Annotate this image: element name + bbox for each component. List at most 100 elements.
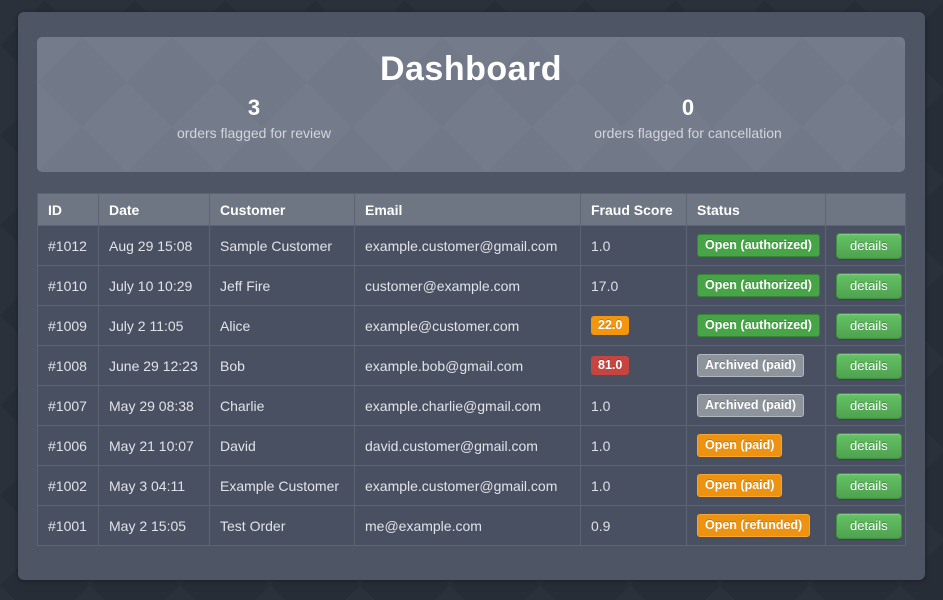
fraud-score-value: 22.0 [591,316,630,335]
page-title: Dashboard [379,50,563,88]
orders-table-body: #1012 Aug 29 15:08 Sample Customer examp… [37,225,906,546]
details-button[interactable]: details [836,272,902,299]
cell-date: June 29 12:23 [98,345,210,386]
column-header-customer: Customer [209,193,355,226]
table-row: #1001 May 2 15:05 Test Order me@example.… [37,505,906,546]
cell-fraud-score: 1.0 [580,465,687,506]
cell-email: example.charlie@gmail.com [354,385,581,426]
details-button[interactable]: details [836,232,902,259]
fraud-score-value: 1.0 [591,437,611,454]
status-badge: Open (authorized) [697,233,820,258]
cell-status: Open (authorized) [686,305,826,346]
cell-details: details [825,385,906,426]
orders-table: ID Date Customer Email Fraud Score Status #10… [37,193,906,546]
column-header-status: Status [686,193,826,226]
column-header-actions [825,193,906,226]
cell-order-id: #1007 [37,385,99,426]
cell-date: May 21 10:07 [98,425,210,466]
cell-details: details [825,265,906,306]
cell-details: details [825,425,906,466]
cell-date: May 29 08:38 [98,385,210,426]
cell-fraud-score: 22.0 [580,305,687,346]
cell-fraud-score: 17.0 [580,265,687,306]
cell-customer: Bob [209,345,355,386]
cell-order-id: #1001 [37,505,99,546]
cell-order-id: #1009 [37,305,99,346]
fraud-score-value: 1.0 [591,397,611,414]
cell-customer: Sample Customer [209,225,355,266]
status-badge: Open (authorized) [697,313,820,338]
cell-customer: Alice [209,305,355,346]
cell-order-id: #1012 [37,225,99,266]
cell-fraud-score: 0.9 [580,505,687,546]
status-badge: Open (paid) [697,433,783,458]
cell-email: example@customer.com [354,305,581,346]
stat-review-count: 3 [247,95,261,120]
column-header-date: Date [98,193,210,226]
stat-cancellation-count: 0 [681,95,695,120]
details-button[interactable]: details [836,432,902,459]
cell-customer: Jeff Fire [209,265,355,306]
cell-details: details [825,225,906,266]
table-row: #1010 July 10 10:29 Jeff Fire customer@e… [37,265,906,306]
cell-status: Open (authorized) [686,225,826,266]
details-button[interactable]: details [836,312,902,339]
header-row: ID Date Customer Email Fraud Score Status [37,193,906,226]
cell-customer: Test Order [209,505,355,546]
cell-email: customer@example.com [354,265,581,306]
dashboard-header-panel: Dashboard 3 orders flagged for review 0 … [37,37,905,172]
cell-date: Aug 29 15:08 [98,225,210,266]
cell-details: details [825,505,906,546]
column-header-email: Email [354,193,581,226]
cell-customer: Example Customer [209,465,355,506]
cell-order-id: #1002 [37,465,99,506]
stat-cancellation-label: orders flagged for cancellation [594,125,782,142]
status-badge: Archived (paid) [697,353,804,378]
status-badge: Open (refunded) [697,513,811,538]
column-header-id: ID [37,193,99,226]
details-button[interactable]: details [836,512,902,539]
cell-status: Archived (paid) [686,345,826,386]
status-badge: Archived (paid) [697,393,804,418]
table-row: #1002 May 3 04:11 Example Customer examp… [37,465,906,506]
cell-email: example.customer@gmail.com [354,465,581,506]
cell-customer: Charlie [209,385,355,426]
stat-review-label: orders flagged for review [176,125,332,142]
cell-order-id: #1010 [37,265,99,306]
cell-order-id: #1006 [37,425,99,466]
cell-date: July 10 10:29 [98,265,210,306]
cell-details: details [825,305,906,346]
cell-details: details [825,465,906,506]
cell-status: Archived (paid) [686,385,826,426]
cell-date: July 2 11:05 [98,305,210,346]
cell-customer: David [209,425,355,466]
cell-email: example.bob@gmail.com [354,345,581,386]
cell-details: details [825,345,906,386]
status-badge: Open (paid) [697,473,783,498]
cell-order-id: #1008 [37,345,99,386]
table-row: #1006 May 21 10:07 David david.customer@… [37,425,906,466]
cell-status: Open (paid) [686,425,826,466]
details-button[interactable]: details [836,352,902,379]
status-badge: Open (authorized) [697,273,820,298]
details-button[interactable]: details [836,472,902,499]
cell-fraud-score: 1.0 [580,225,687,266]
fraud-score-value: 0.9 [591,517,611,534]
table-row: #1008 June 29 12:23 Bob example.bob@gmai… [37,345,906,386]
stat-cancellation: 0 orders flagged for cancellation [471,95,905,141]
fraud-score-value: 17.0 [591,277,619,294]
fraud-score-value: 1.0 [591,237,611,254]
details-button[interactable]: details [836,392,902,419]
dashboard-card: Dashboard 3 orders flagged for review 0 … [18,12,925,580]
cell-status: Open (paid) [686,465,826,506]
cell-status: Open (authorized) [686,265,826,306]
stats-row: 3 orders flagged for review 0 orders fla… [37,95,905,141]
cell-email: david.customer@gmail.com [354,425,581,466]
orders-table-head: ID Date Customer Email Fraud Score Status [37,193,906,226]
column-header-fraud-score: Fraud Score [580,193,687,226]
cell-email: example.customer@gmail.com [354,225,581,266]
cell-fraud-score: 81.0 [580,345,687,386]
table-row: #1012 Aug 29 15:08 Sample Customer examp… [37,225,906,266]
cell-fraud-score: 1.0 [580,425,687,466]
table-row: #1009 July 2 11:05 Alice example@custome… [37,305,906,346]
